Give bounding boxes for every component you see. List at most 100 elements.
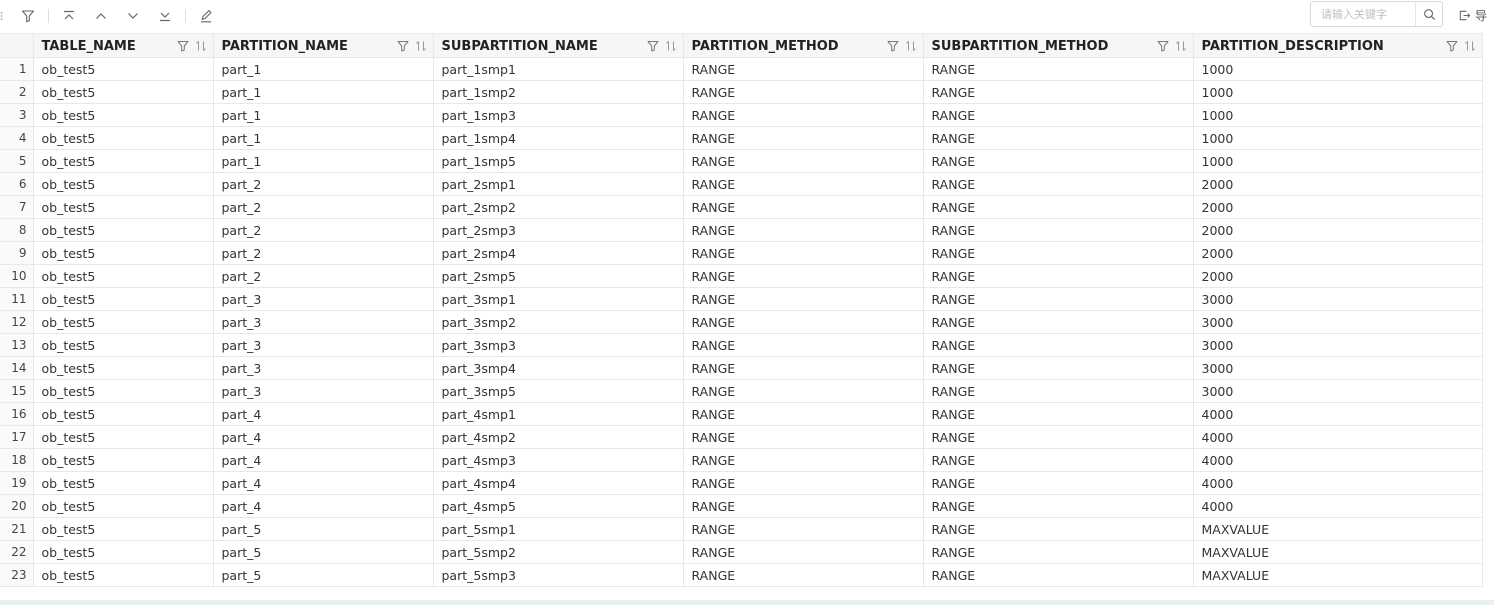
column-header[interactable]: SUBPARTITION_NAME	[433, 33, 684, 58]
table-cell[interactable]: part_2	[213, 218, 434, 242]
table-cell[interactable]: part_3	[213, 310, 434, 334]
table-cell[interactable]: part_3	[213, 333, 434, 357]
table-cell[interactable]: RANGE	[923, 241, 1194, 265]
table-cell[interactable]: part_1smp3	[433, 103, 684, 127]
table-cell[interactable]: 4000	[1193, 494, 1483, 518]
column-filter-button[interactable]	[177, 39, 189, 52]
table-cell[interactable]: RANGE	[923, 379, 1194, 403]
table-cell[interactable]: 2000	[1193, 264, 1483, 288]
table-cell[interactable]: RANGE	[923, 540, 1194, 564]
table-row[interactable]: 4 ob_test5 part_1 part_1smp4 RANGE RANGE 1000	[0, 126, 1483, 150]
table-cell[interactable]: part_5smp2	[433, 540, 684, 564]
table-cell[interactable]: RANGE	[923, 471, 1194, 495]
table-cell[interactable]: RANGE	[923, 195, 1194, 219]
table-cell[interactable]: RANGE	[683, 57, 924, 81]
table-cell[interactable]: part_1smp2	[433, 80, 684, 104]
table-cell[interactable]: RANGE	[923, 126, 1194, 150]
column-sort-button[interactable]	[905, 39, 917, 52]
table-cell[interactable]: 1000	[1193, 57, 1483, 81]
table-cell[interactable]: ob_test5	[33, 218, 214, 242]
table-row[interactable]: 3 ob_test5 part_1 part_1smp3 RANGE RANGE 1000	[0, 103, 1483, 127]
table-cell[interactable]: RANGE	[683, 471, 924, 495]
table-cell[interactable]: part_5smp1	[433, 517, 684, 541]
table-cell[interactable]: RANGE	[683, 494, 924, 518]
table-cell[interactable]: part_2smp1	[433, 172, 684, 196]
table-cell[interactable]: part_2	[213, 172, 434, 196]
table-cell[interactable]: 2000	[1193, 195, 1483, 219]
table-cell[interactable]: ob_test5	[33, 540, 214, 564]
table-cell[interactable]: MAXVALUE	[1193, 563, 1483, 587]
table-cell[interactable]: ob_test5	[33, 517, 214, 541]
column-header[interactable]: SUBPARTITION_METHOD	[923, 33, 1194, 58]
table-cell[interactable]: RANGE	[923, 264, 1194, 288]
table-cell[interactable]: part_4	[213, 402, 434, 426]
table-row[interactable]: 7 ob_test5 part_2 part_2smp2 RANGE RANGE 2000	[0, 195, 1483, 219]
table-cell[interactable]: RANGE	[923, 80, 1194, 104]
column-filter-button[interactable]	[397, 39, 409, 52]
table-cell[interactable]: ob_test5	[33, 103, 214, 127]
table-row[interactable]: 21 ob_test5 part_5 part_5smp1 RANGE RANGE MAXV…	[0, 517, 1483, 541]
table-cell[interactable]: part_2smp3	[433, 218, 684, 242]
table-cell[interactable]: 3000	[1193, 356, 1483, 380]
table-row[interactable]: 14 ob_test5 part_3 part_3smp4 RANGE RANGE 3000	[0, 356, 1483, 380]
table-cell[interactable]: RANGE	[683, 402, 924, 426]
table-cell[interactable]: part_2smp4	[433, 241, 684, 265]
table-cell[interactable]: RANGE	[683, 563, 924, 587]
table-cell[interactable]: RANGE	[683, 218, 924, 242]
table-cell[interactable]: 2000	[1193, 218, 1483, 242]
filter-button[interactable]	[19, 7, 37, 25]
table-cell[interactable]: RANGE	[923, 218, 1194, 242]
table-cell[interactable]: ob_test5	[33, 333, 214, 357]
table-cell[interactable]: RANGE	[923, 172, 1194, 196]
table-cell[interactable]: 1000	[1193, 149, 1483, 173]
table-cell[interactable]: RANGE	[683, 80, 924, 104]
table-row[interactable]: 2 ob_test5 part_1 part_1smp2 RANGE RANGE 1000	[0, 80, 1483, 104]
table-cell[interactable]: 4000	[1193, 471, 1483, 495]
column-sort-button[interactable]	[1464, 39, 1476, 52]
table-cell[interactable]: ob_test5	[33, 402, 214, 426]
table-cell[interactable]: RANGE	[683, 310, 924, 334]
scroll-to-bottom-button[interactable]	[156, 7, 174, 25]
table-row[interactable]: 13 ob_test5 part_3 part_3smp3 RANGE RANGE 3000	[0, 333, 1483, 357]
table-cell[interactable]: part_5	[213, 540, 434, 564]
table-cell[interactable]: RANGE	[683, 172, 924, 196]
table-cell[interactable]: 2000	[1193, 172, 1483, 196]
table-cell[interactable]: RANGE	[683, 379, 924, 403]
table-cell[interactable]: part_4	[213, 425, 434, 449]
table-row[interactable]: 19 ob_test5 part_4 part_4smp4 RANGE RANGE 4000	[0, 471, 1483, 495]
table-row[interactable]: 11 ob_test5 part_3 part_3smp1 RANGE RANGE 3000	[0, 287, 1483, 311]
table-cell[interactable]: ob_test5	[33, 287, 214, 311]
table-cell[interactable]: 2000	[1193, 241, 1483, 265]
table-cell[interactable]: part_2smp2	[433, 195, 684, 219]
table-cell[interactable]: RANGE	[923, 563, 1194, 587]
table-cell[interactable]: part_2smp5	[433, 264, 684, 288]
table-cell[interactable]: RANGE	[923, 310, 1194, 334]
table-cell[interactable]: RANGE	[683, 425, 924, 449]
table-cell[interactable]: RANGE	[923, 517, 1194, 541]
table-row[interactable]: 20 ob_test5 part_4 part_4smp5 RANGE RANGE 4000	[0, 494, 1483, 518]
table-cell[interactable]: part_3	[213, 287, 434, 311]
column-sort-button[interactable]	[415, 39, 427, 52]
table-cell[interactable]: part_3smp3	[433, 333, 684, 357]
table-cell[interactable]: part_2	[213, 195, 434, 219]
table-row[interactable]: 15 ob_test5 part_3 part_3smp5 RANGE RANGE 3000	[0, 379, 1483, 403]
table-cell[interactable]: RANGE	[923, 448, 1194, 472]
table-cell[interactable]: ob_test5	[33, 126, 214, 150]
table-cell[interactable]: 4000	[1193, 448, 1483, 472]
table-cell[interactable]: ob_test5	[33, 264, 214, 288]
column-sort-button[interactable]	[665, 39, 677, 52]
table-cell[interactable]: part_4	[213, 471, 434, 495]
table-cell[interactable]: RANGE	[683, 241, 924, 265]
table-cell[interactable]: 3000	[1193, 287, 1483, 311]
next-button[interactable]	[124, 7, 142, 25]
column-filter-button[interactable]	[1157, 39, 1169, 52]
table-row[interactable]: 12 ob_test5 part_3 part_3smp2 RANGE RANGE 3000	[0, 310, 1483, 334]
table-cell[interactable]: ob_test5	[33, 494, 214, 518]
table-row[interactable]: 10 ob_test5 part_2 part_2smp5 RANGE RANGE 2000	[0, 264, 1483, 288]
table-cell[interactable]: MAXVALUE	[1193, 517, 1483, 541]
table-cell[interactable]: part_4smp2	[433, 425, 684, 449]
table-cell[interactable]: part_4	[213, 494, 434, 518]
table-cell[interactable]: ob_test5	[33, 471, 214, 495]
table-cell[interactable]: ob_test5	[33, 80, 214, 104]
table-cell[interactable]: RANGE	[683, 126, 924, 150]
